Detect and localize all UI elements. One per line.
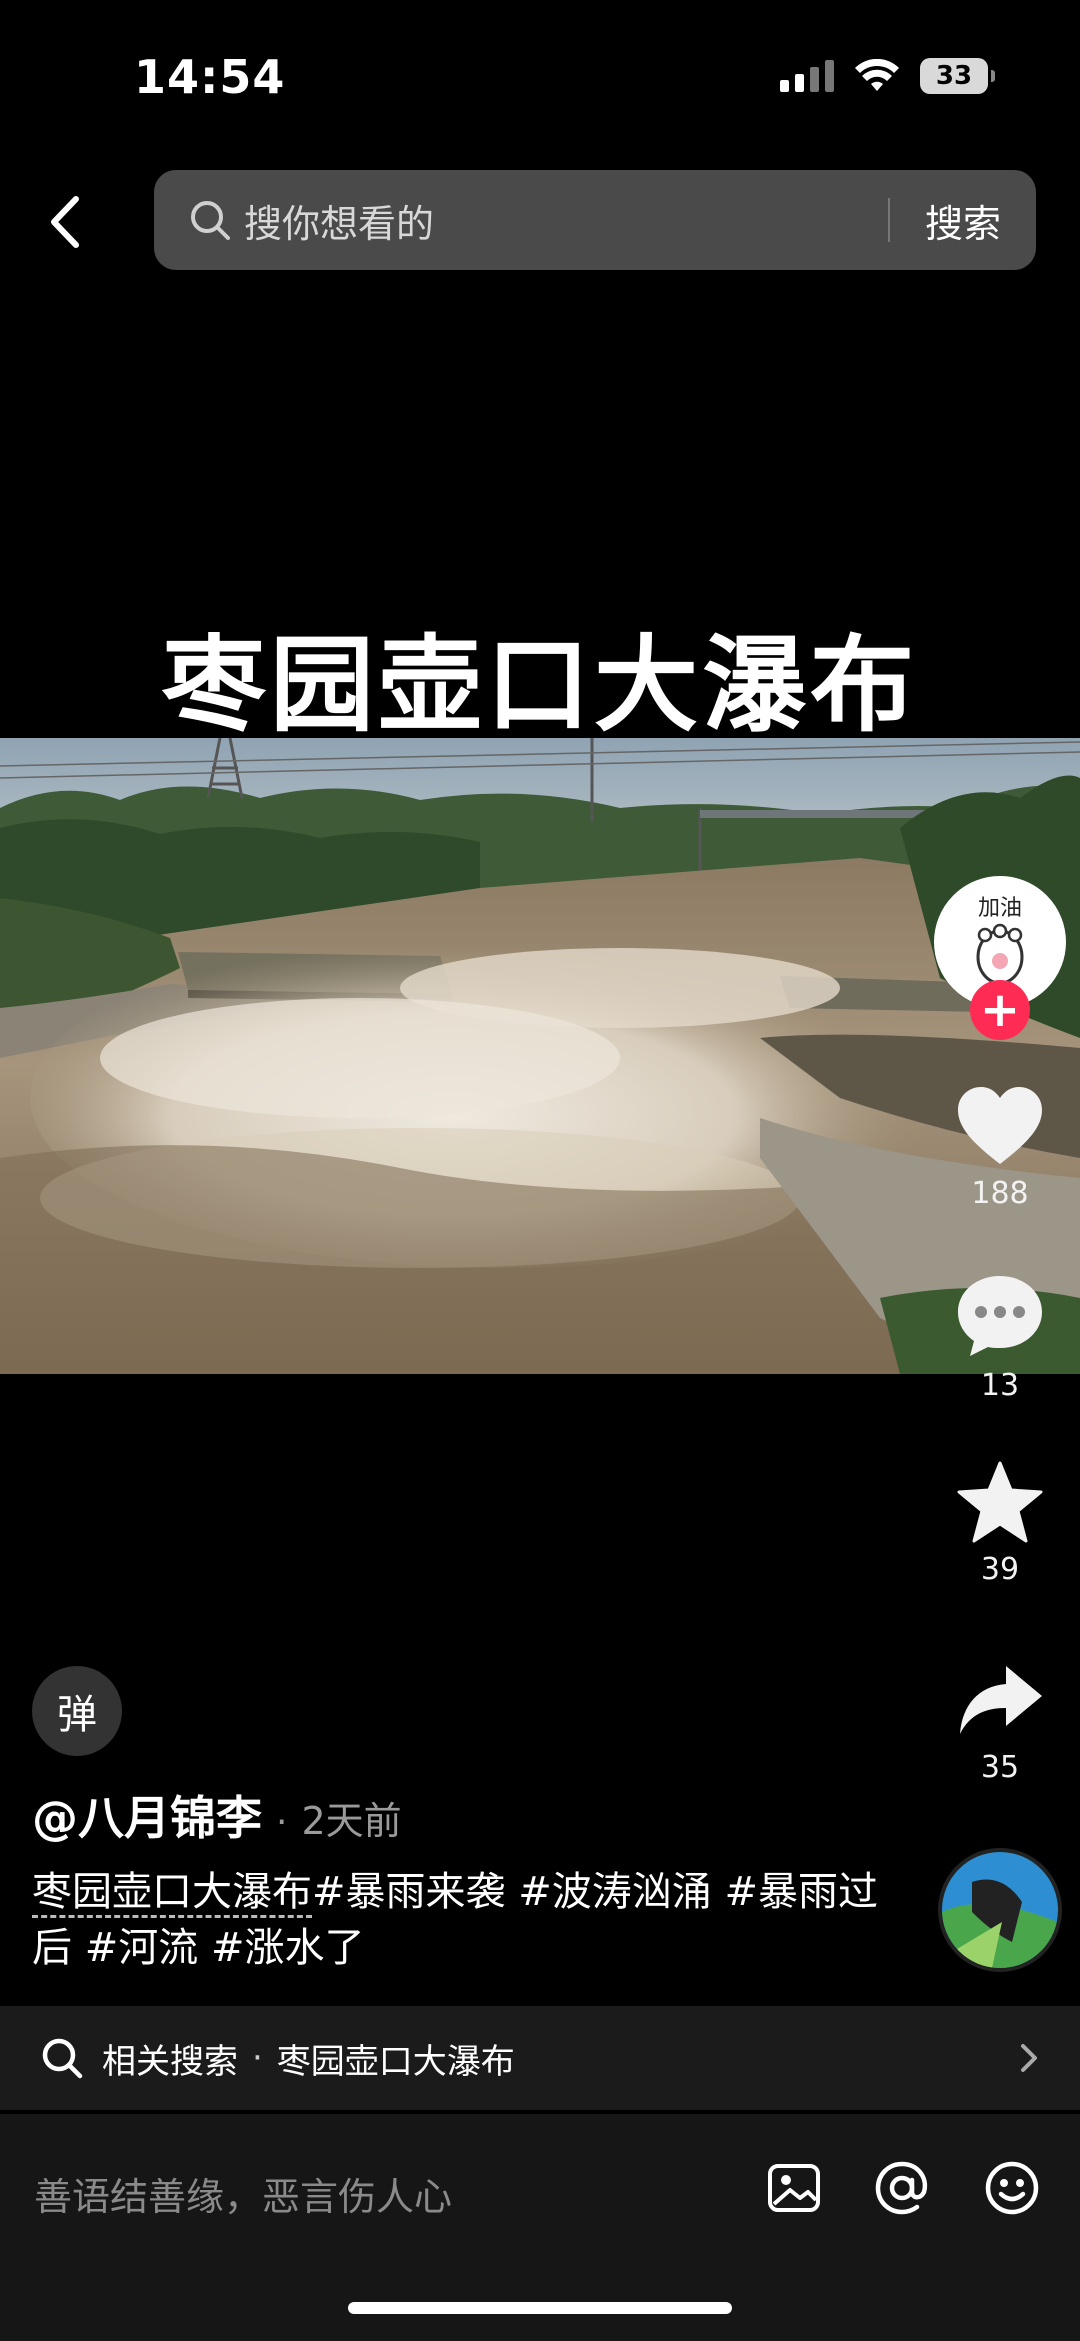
comment-count: 13 (980, 1368, 1020, 1403)
related-search-separator: · (252, 2038, 263, 2078)
status-icons: 33 (780, 58, 995, 94)
share-button[interactable]: 35 (950, 1662, 1050, 1785)
search-button[interactable]: 搜索 (890, 193, 1036, 248)
back-button[interactable] (40, 192, 90, 252)
related-search-term: 枣园壶口大瀑布 (276, 2041, 515, 2082)
chevron-left-icon (51, 196, 79, 248)
like-button[interactable]: 188 (950, 1084, 1050, 1211)
author-line: @八月锦李 · 2天前 (32, 1782, 402, 1848)
image-icon[interactable] (764, 2158, 824, 2218)
chevron-right-icon (1021, 2044, 1037, 2072)
signal-icon (780, 60, 834, 92)
danmaku-button[interactable]: 弹 (32, 1666, 122, 1756)
search-input[interactable]: 搜你想看的 (244, 193, 888, 248)
author-name[interactable]: @八月锦李 (32, 1782, 262, 1848)
video-player[interactable] (0, 738, 1080, 1374)
comment-input[interactable]: 善语结善缘，恶言伤人心 (34, 2166, 452, 2221)
related-search-label: 相关搜索 (102, 2041, 238, 2082)
follow-button[interactable]: + (970, 980, 1030, 1040)
comment-bubble-icon (958, 1276, 1042, 1356)
music-disc[interactable] (938, 1848, 1062, 1972)
status-time: 14:54 (134, 50, 286, 104)
search-icon (42, 2038, 83, 2079)
plus-icon: + (979, 982, 1021, 1038)
search-bar[interactable]: 搜你想看的 搜索 (154, 170, 1036, 270)
star-icon (957, 1461, 1043, 1543)
share-count: 35 (980, 1750, 1020, 1785)
comment-button[interactable]: 13 (950, 1272, 1050, 1403)
caption-keyword-link[interactable]: 枣园壶口大瀑布 (32, 1869, 312, 1918)
battery-level: 33 (935, 61, 973, 91)
related-search-bar[interactable]: 相关搜索 · 枣园壶口大瀑布 (0, 2006, 1080, 2110)
home-indicator[interactable] (348, 2302, 732, 2314)
emoji-icon[interactable] (982, 2158, 1042, 2218)
post-time: 2天前 (301, 1799, 402, 1843)
danmaku-label: 弹 (57, 1692, 97, 1738)
battery-icon: 33 (920, 58, 995, 94)
video-caption: 枣园壶口大瀑布#暴雨来袭 #波涛汹涌 #暴雨过后 #河流 #涨水了 (32, 1864, 882, 1976)
favorite-count: 39 (980, 1552, 1020, 1587)
wifi-icon (855, 59, 899, 91)
video-overlay-title: 枣园壶口大瀑布 (161, 624, 918, 746)
share-arrow-icon (960, 1666, 1042, 1734)
music-cover-image (942, 1852, 1058, 1968)
avatar-sticker-text: 加油 (978, 896, 1022, 921)
like-count: 188 (971, 1176, 1029, 1211)
search-icon (191, 201, 230, 240)
video-frame-image (0, 738, 1080, 1374)
heart-icon (958, 1087, 1042, 1164)
mention-icon[interactable] (872, 2158, 932, 2218)
favorite-button[interactable]: 39 (950, 1460, 1050, 1587)
author-separator: · (276, 1802, 288, 1843)
